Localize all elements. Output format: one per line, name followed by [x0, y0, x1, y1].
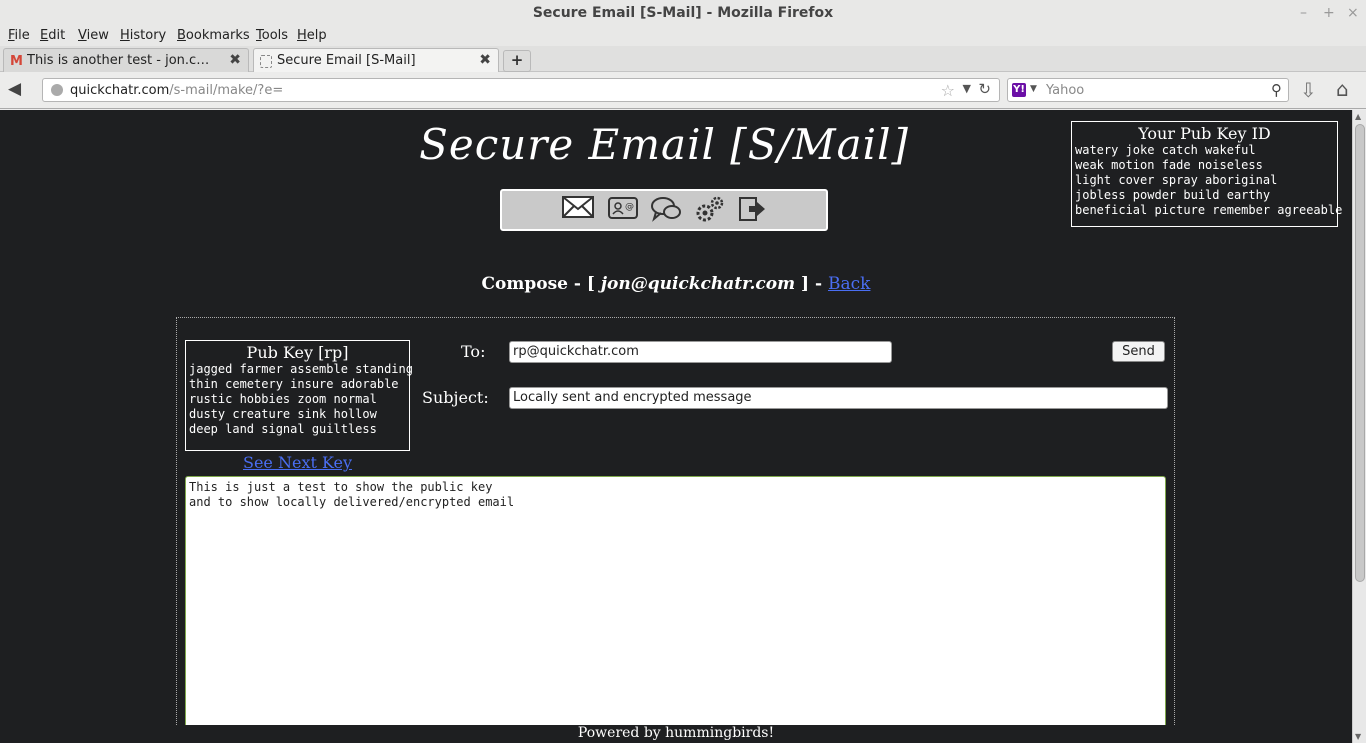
tab-gmail[interactable]: M This is another test - jon.chiap... ✖: [3, 48, 249, 72]
page-icon: [260, 55, 272, 68]
recipient-pub-key-title: Pub Key [rp]: [246, 343, 349, 362]
tab-bar: M This is another test - jon.chiap... ✖ …: [0, 46, 1366, 73]
page-content: Secure Email [S/Mail] @ Your Pub Key ID …: [0, 110, 1352, 743]
chat-icon[interactable]: [649, 195, 683, 225]
history-dropdown-icon[interactable]: ▼: [963, 82, 971, 95]
footer-text: Powered by hummingbirds!: [0, 725, 1352, 743]
url-bar[interactable]: quickchatr.com/s-mail/make/?e= ☆ ▼ ↻: [42, 78, 1000, 102]
recipient-pub-key-words: jagged farmer assemble standing thin ceme…: [189, 362, 413, 436]
menu-help[interactable]: Help: [297, 28, 327, 43]
your-pub-key-box: Your Pub Key ID watery joke catch wakefu…: [1071, 121, 1343, 227]
scroll-down-icon[interactable]: ▼: [1355, 732, 1361, 741]
tab-label: This is another test - jon.chiap...: [27, 53, 217, 68]
settings-gears-icon[interactable]: [692, 195, 726, 225]
send-button[interactable]: Send: [1112, 341, 1165, 362]
close-window-button[interactable]: ×: [1347, 5, 1359, 21]
close-tab-icon[interactable]: ✖: [479, 52, 491, 68]
tab-secure-email[interactable]: Secure Email [S-Mail] ✖: [253, 48, 499, 73]
menu-tools[interactable]: Tools: [256, 28, 288, 43]
envelope-icon[interactable]: [561, 195, 595, 225]
your-pub-key-title: Your Pub Key ID: [1138, 124, 1271, 143]
back-link[interactable]: Back: [828, 274, 870, 294]
globe-icon: [51, 84, 63, 96]
your-pub-key-words: watery joke catch wakeful weak motion fad…: [1075, 143, 1343, 217]
menu-file[interactable]: File: [8, 28, 30, 43]
compose-heading: Compose - [ jon@quickchatr.com ] - Back: [481, 274, 871, 294]
logout-icon[interactable]: [736, 195, 770, 225]
home-icon[interactable]: ⌂: [1336, 77, 1349, 101]
search-input[interactable]: Yahoo: [1046, 83, 1084, 98]
to-label: To:: [461, 342, 486, 361]
close-tab-icon[interactable]: ✖: [229, 52, 241, 68]
sender-email: jon@quickchatr.com: [600, 274, 796, 294]
see-next-key-link[interactable]: See Next Key: [185, 453, 410, 472]
svg-text:@: @: [625, 202, 634, 212]
message-body-textarea[interactable]: This is just a test to show the public k…: [185, 476, 1166, 736]
download-icon[interactable]: ⇩: [1300, 78, 1317, 102]
minimize-button[interactable]: –: [1300, 5, 1307, 21]
maximize-button[interactable]: +: [1323, 5, 1335, 21]
app-toolbar: @: [500, 189, 828, 231]
bookmark-star-icon[interactable]: ☆: [941, 81, 955, 100]
search-bar[interactable]: Y! ▼ Yahoo ⚲: [1007, 78, 1289, 102]
scroll-thumb[interactable]: [1355, 124, 1365, 582]
window-title: Secure Email [S-Mail] - Mozilla Firefox: [532, 5, 834, 21]
window-titlebar: Secure Email [S-Mail] - Mozilla Firefox …: [0, 0, 1366, 26]
menu-edit[interactable]: Edit: [40, 28, 65, 43]
recipient-pub-key-box: Pub Key [rp] jagged farmer assemble stan…: [185, 340, 413, 451]
menu-history[interactable]: History: [120, 28, 166, 43]
yahoo-icon[interactable]: Y!: [1012, 83, 1026, 97]
tab-label: Secure Email [S-Mail]: [277, 53, 416, 68]
menu-view[interactable]: View: [78, 28, 109, 43]
search-icon[interactable]: ⚲: [1271, 81, 1282, 99]
gmail-icon: M: [10, 54, 23, 69]
reload-icon[interactable]: ↻: [978, 80, 991, 98]
menu-bar: File Edit View History Bookmarks Tools H…: [0, 26, 1366, 46]
scroll-up-icon[interactable]: ▲: [1355, 112, 1361, 121]
subject-field[interactable]: Locally sent and encrypted message: [509, 387, 1168, 409]
to-field[interactable]: rp@quickchatr.com: [509, 341, 892, 363]
site-title: Secure Email [S/Mail]: [419, 120, 909, 169]
new-tab-button[interactable]: +: [503, 50, 531, 72]
menu-bookmarks[interactable]: Bookmarks: [177, 28, 250, 43]
vertical-scrollbar[interactable]: ▲ ▼: [1352, 110, 1366, 743]
search-engine-dropdown-icon[interactable]: ▼: [1030, 84, 1037, 94]
address-book-icon[interactable]: @: [606, 195, 640, 225]
back-arrow-icon[interactable]: ◀: [8, 79, 21, 99]
subject-label: Subject:: [422, 388, 489, 407]
navigation-bar: ◀ quickchatr.com/s-mail/make/?e= ☆ ▼ ↻ Y…: [0, 72, 1366, 109]
url-text: quickchatr.com/s-mail/make/?e=: [70, 83, 284, 98]
